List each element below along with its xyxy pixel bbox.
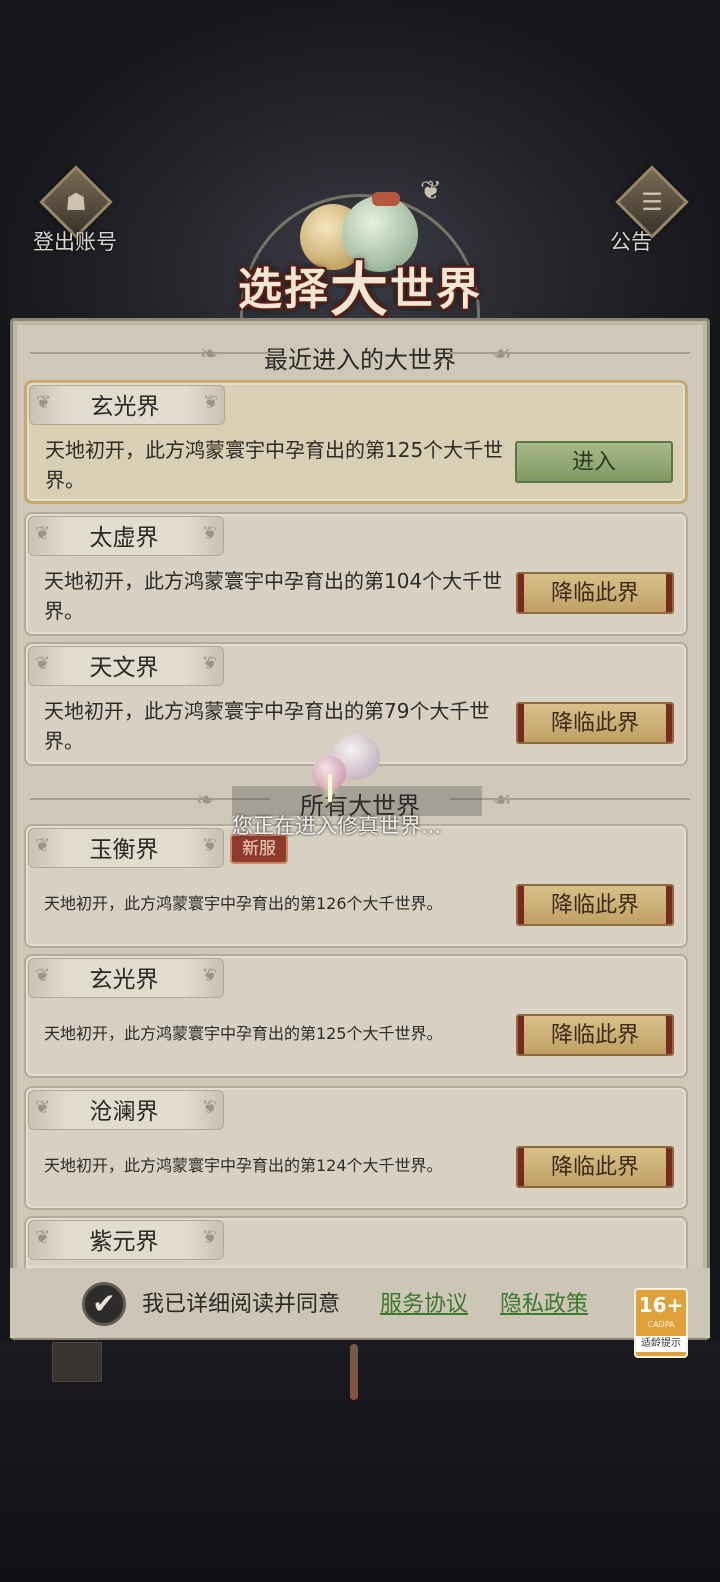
page-title: 选择 大 世界 <box>180 250 540 324</box>
descend-button[interactable]: 降临此界 <box>516 572 674 614</box>
world-name: 玄光界 <box>90 394 160 420</box>
age-rating-badge[interactable]: 16+ CADPA 适龄提示 <box>634 1288 688 1358</box>
descend-button[interactable]: 降临此界 <box>516 1146 674 1188</box>
world-name: 天文界 <box>89 655 159 681</box>
world-card-recent-2[interactable]: 太虚界 天地初开，此方鸿蒙寰宇中孕育出的第104个大千世界。 降临此界 <box>24 512 688 636</box>
age-rating-tip: 适龄提示 <box>636 1336 686 1352</box>
world-card-recent-1[interactable]: 玄光界 天地初开，此方鸿蒙寰宇中孕育出的第125个大千世界。 进入 <box>24 380 688 504</box>
notice-button[interactable]: ☰ 公告 <box>598 165 708 262</box>
world-card-all-2[interactable]: 玄光界 天地初开，此方鸿蒙寰宇中孕育出的第125个大千世界。 降临此界 <box>24 954 688 1078</box>
agreement-text: 我已详细阅读并同意 <box>142 1292 341 1317</box>
descend-button[interactable]: 降临此界 <box>516 702 674 744</box>
age-rating-org: CADPA <box>647 1320 675 1329</box>
world-description: 天地初开，此方鸿蒙寰宇中孕育出的第104个大千世界。 <box>44 569 503 623</box>
user-icon: ☗ <box>65 188 87 216</box>
swirl-ornament-icon: ❧ <box>196 788 215 813</box>
divider-left <box>30 352 270 354</box>
checkmark-icon: ✔ <box>92 1287 116 1320</box>
scroll-icon: ☰ <box>641 188 663 216</box>
title-part-3: 世界 <box>390 264 482 315</box>
recent-section-title: 最近进入的大世界 <box>264 346 456 374</box>
world-name: 玄光界 <box>89 967 159 993</box>
swirl-ornament-icon: ☙ <box>492 342 512 367</box>
world-name: 沧澜界 <box>89 1099 159 1125</box>
title-part-1: 选择 <box>237 264 330 315</box>
logout-label: 登出账号 <box>33 230 117 254</box>
world-card-all-3[interactable]: 沧澜界 天地初开，此方鸿蒙寰宇中孕育出的第124个大千世界。 降临此界 <box>24 1086 688 1210</box>
title-part-2: 大 <box>329 256 390 324</box>
swirl-ornament-icon: ❧ <box>200 342 219 367</box>
butterfly-icon: ❦ <box>420 176 442 206</box>
swirl-ornament-icon: ☙ <box>492 788 512 813</box>
world-card-all-4[interactable]: 紫元界 <box>24 1216 688 1268</box>
logout-button[interactable]: ☗ 登出账号 <box>20 165 120 262</box>
gourd-bow <box>372 192 400 206</box>
descend-button[interactable]: 降临此界 <box>516 1014 674 1056</box>
descend-button[interactable]: 降临此界 <box>516 884 674 926</box>
world-description: 天地初开，此方鸿蒙寰宇中孕育出的第125个大千世界。 <box>44 1024 443 1043</box>
notice-label: 公告 <box>610 230 652 254</box>
world-description: 天地初开，此方鸿蒙寰宇中孕育出的第124个大千世界。 <box>44 1156 443 1175</box>
privacy-policy-link[interactable]: 隐私政策 <box>500 1286 588 1318</box>
world-name: 紫元界 <box>89 1229 159 1255</box>
world-description: 天地初开，此方鸿蒙寰宇中孕育出的第126个大千世界。 <box>44 894 443 913</box>
enter-button[interactable]: 进入 <box>515 441 673 483</box>
loading-text: 您正在进入修真世界... <box>232 814 442 838</box>
loading-overlay: 您正在进入修真世界... <box>232 734 492 844</box>
agree-checkbox[interactable]: ✔ <box>82 1282 126 1326</box>
divider-right <box>450 352 690 354</box>
sparkle-icon <box>328 774 332 802</box>
world-name: 太虚界 <box>89 525 159 551</box>
footer-background <box>0 1340 720 1582</box>
recent-section-header: ❧ 最近进入的大世界 ☙ <box>0 340 720 375</box>
world-name: 玉衡界 <box>89 837 159 863</box>
world-description: 天地初开，此方鸿蒙寰宇中孕育出的第125个大千世界。 <box>45 438 504 492</box>
age-rating-value: 16+ <box>638 1293 684 1317</box>
faded-decoration <box>52 1342 102 1382</box>
terms-of-service-link[interactable]: 服务协议 <box>380 1286 468 1318</box>
tassel-ornament <box>350 1344 358 1400</box>
